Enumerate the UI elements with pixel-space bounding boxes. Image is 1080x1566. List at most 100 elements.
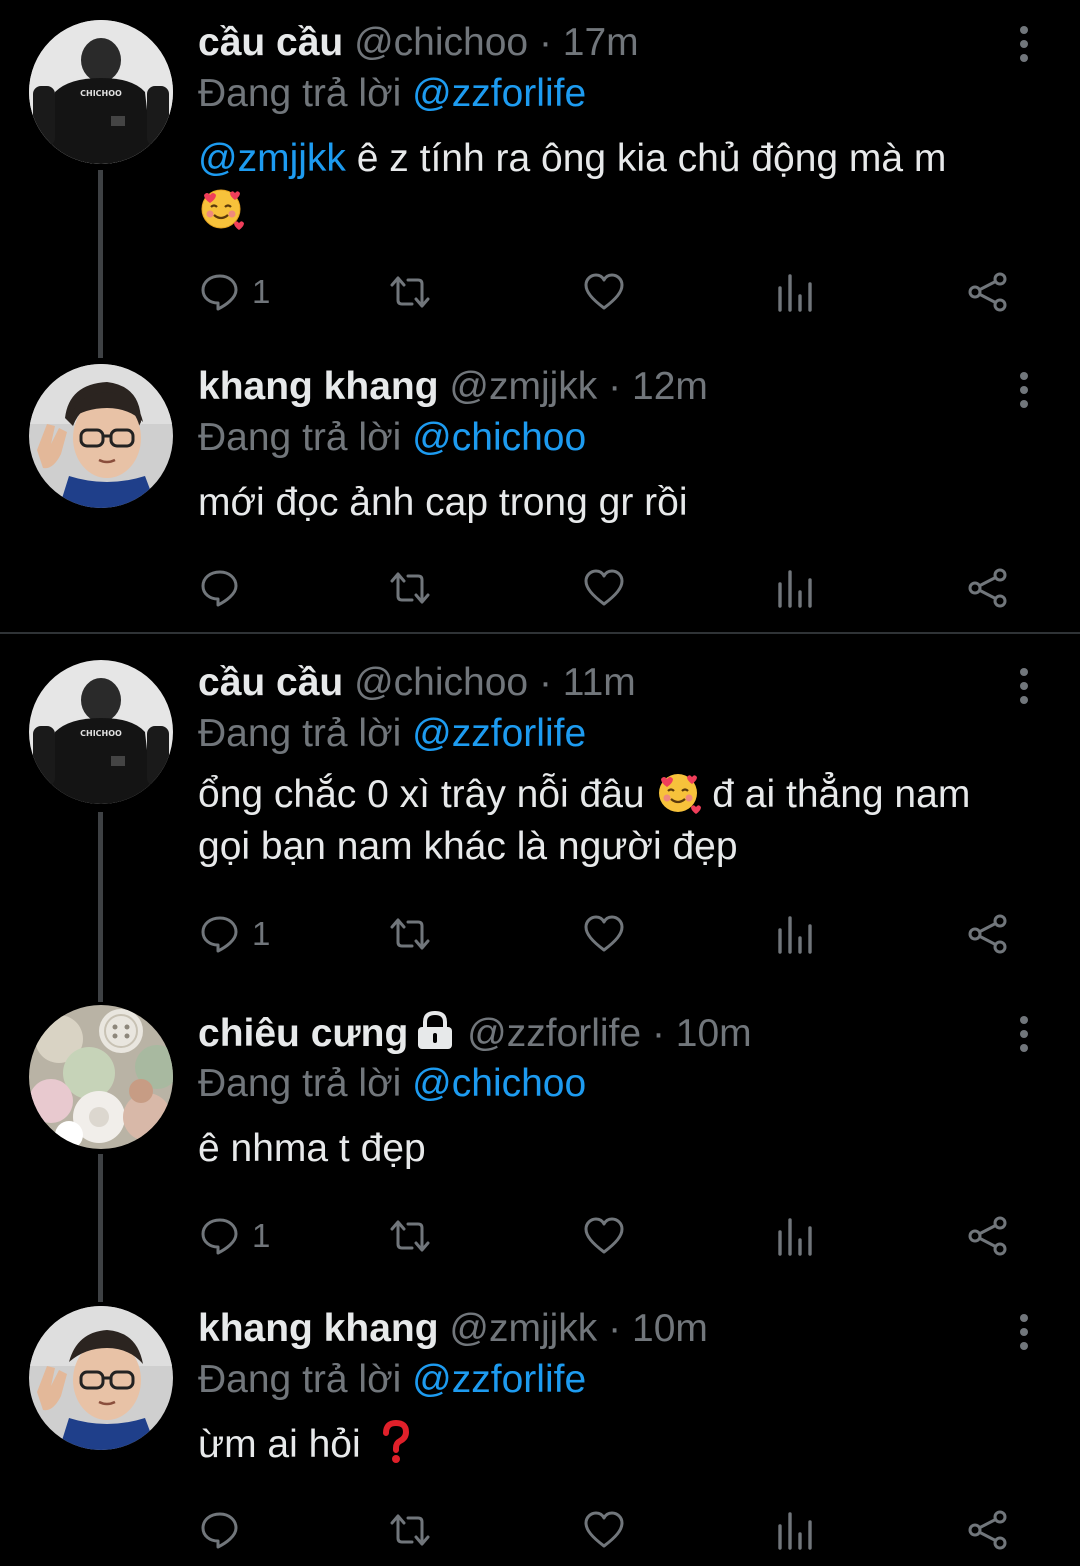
reply-button[interactable]: 1: [198, 910, 270, 958]
replying-to: Đang trả lời @zzforlife: [198, 711, 1010, 757]
separator-dot: ·: [538, 21, 552, 64]
more-vertical-icon[interactable]: [1012, 664, 1036, 708]
display-name[interactable]: cầu cầu: [198, 661, 343, 704]
smiling-face-with-hearts-icon: [198, 185, 244, 231]
replying-to: Đang trả lời @zzforlife: [198, 71, 1010, 117]
tweet-text: mới đọc ảnh cap trong gr rồi: [198, 481, 688, 524]
mention-link[interactable]: @zmjjkk: [198, 137, 346, 180]
share-button[interactable]: [966, 564, 1010, 612]
reply-icon: [201, 1512, 238, 1549]
avatar[interactable]: [29, 1005, 173, 1149]
conversation-divider: [0, 632, 1080, 634]
share-button[interactable]: [966, 268, 1010, 316]
reply-button[interactable]: 1: [198, 268, 270, 316]
separator-dot: ·: [608, 1307, 622, 1350]
thread-line: [98, 1154, 103, 1302]
like-button[interactable]: [582, 564, 626, 612]
avatar[interactable]: CHICHOO: [29, 20, 173, 164]
replying-mention[interactable]: @chichoo: [412, 1062, 586, 1105]
avatar[interactable]: CHICHOO: [29, 660, 173, 804]
heart-icon: [584, 1217, 624, 1254]
thread-line: [98, 170, 103, 358]
timestamp[interactable]: 10m: [632, 1307, 708, 1350]
more-vertical-icon[interactable]: [1012, 1310, 1036, 1354]
avatar-glasses-person-icon: [29, 364, 173, 508]
user-handle[interactable]: @zmjjkk: [449, 365, 597, 408]
tweet-actions: 1: [198, 910, 1018, 958]
display-name[interactable]: chiêu cưng: [198, 1012, 408, 1055]
reply-icon: [201, 274, 238, 311]
user-handle[interactable]: @zmjjkk: [449, 1307, 597, 1350]
like-button[interactable]: [582, 1506, 626, 1554]
tweet-text: ừm ai hỏi: [198, 1419, 1010, 1471]
replying-mention[interactable]: @zzforlife: [412, 72, 586, 115]
lock-icon: [414, 1010, 456, 1052]
tweet-text-body: ừm ai hỏi: [198, 1423, 372, 1466]
replying-to: Đang trả lời @zzforlife: [198, 1357, 1010, 1403]
replying-to: Đang trả lời @chichoo: [198, 1061, 1010, 1107]
replying-mention[interactable]: @chichoo: [412, 416, 586, 459]
display-name[interactable]: khang khang: [198, 1307, 439, 1350]
display-name[interactable]: khang khang: [198, 365, 439, 408]
user-handle[interactable]: @chichoo: [354, 661, 528, 704]
views-button[interactable]: [774, 268, 818, 316]
timestamp[interactable]: 11m: [563, 661, 636, 704]
retweet-icon: [390, 572, 430, 604]
tweet-header: chiêu cưng @zzforlife · 10m: [198, 1010, 1010, 1056]
retweet-icon: [390, 1514, 430, 1546]
retweet-button[interactable]: [388, 564, 432, 612]
share-button[interactable]: [966, 1212, 1010, 1260]
timestamp[interactable]: 10m: [676, 1012, 752, 1055]
replying-prefix: Đang trả lời: [198, 1358, 413, 1401]
reply-button[interactable]: [198, 564, 252, 612]
retweet-button[interactable]: [388, 910, 432, 958]
tweet-text: ổng chắc 0 xì trây nỗi đâu đ ai thẳng na…: [198, 769, 1010, 873]
tweet-header: khang khang @zmjjkk · 12m: [198, 364, 1010, 410]
replying-mention[interactable]: @zzforlife: [412, 712, 586, 755]
replying-prefix: Đang trả lời: [198, 1062, 413, 1105]
retweet-button[interactable]: [388, 1212, 432, 1260]
share-icon: [968, 568, 1007, 608]
tweet-header: khang khang @zmjjkk · 10m: [198, 1306, 1010, 1352]
views-button[interactable]: [774, 1506, 818, 1554]
views-button[interactable]: [774, 564, 818, 612]
more-vertical-icon[interactable]: [1012, 1012, 1036, 1056]
share-button[interactable]: [966, 910, 1010, 958]
replying-prefix: Đang trả lời: [198, 712, 413, 755]
display-name[interactable]: cầu cầu: [198, 21, 343, 64]
heart-icon: [584, 1511, 624, 1548]
retweet-icon: [390, 1220, 430, 1252]
like-button[interactable]: [582, 268, 626, 316]
reply-button[interactable]: 1: [198, 1212, 270, 1260]
tweet-text-body: ê z tính ra ông kia chủ động mà m: [345, 137, 947, 180]
tweet-header: cầu cầu @chichoo · 11m: [198, 660, 1010, 706]
user-handle[interactable]: @chichoo: [354, 21, 528, 64]
avatar[interactable]: [29, 1306, 173, 1450]
tweet-text-part: ổng chắc 0 xì trây nỗi đâu: [198, 773, 656, 816]
retweet-button[interactable]: [388, 268, 432, 316]
views-button[interactable]: [774, 1212, 818, 1260]
share-icon: [968, 1216, 1007, 1256]
share-icon: [968, 272, 1007, 312]
tweet-actions: 1: [198, 268, 1018, 316]
avatar[interactable]: [29, 364, 173, 508]
red-question-mark-icon: [372, 1419, 418, 1465]
retweet-icon: [390, 276, 430, 308]
timestamp[interactable]: 12m: [632, 365, 708, 408]
retweet-button[interactable]: [388, 1506, 432, 1554]
replying-prefix: Đang trả lời: [198, 416, 413, 459]
user-handle[interactable]: @zzforlife: [467, 1012, 641, 1055]
like-button[interactable]: [582, 910, 626, 958]
avatar-glasses-person-icon: [29, 1306, 173, 1450]
views-button[interactable]: [774, 910, 818, 958]
share-button[interactable]: [966, 1506, 1010, 1554]
timestamp[interactable]: 17m: [563, 21, 639, 64]
reply-button[interactable]: [198, 1506, 252, 1554]
replying-mention[interactable]: @zzforlife: [412, 1358, 586, 1401]
reply-count: 1: [252, 273, 271, 310]
more-vertical-icon[interactable]: [1012, 368, 1036, 412]
more-vertical-icon[interactable]: [1012, 22, 1036, 66]
avatar-dark-shirt-icon: CHICHOO: [29, 20, 173, 164]
share-icon: [968, 914, 1007, 954]
like-button[interactable]: [582, 1212, 626, 1260]
